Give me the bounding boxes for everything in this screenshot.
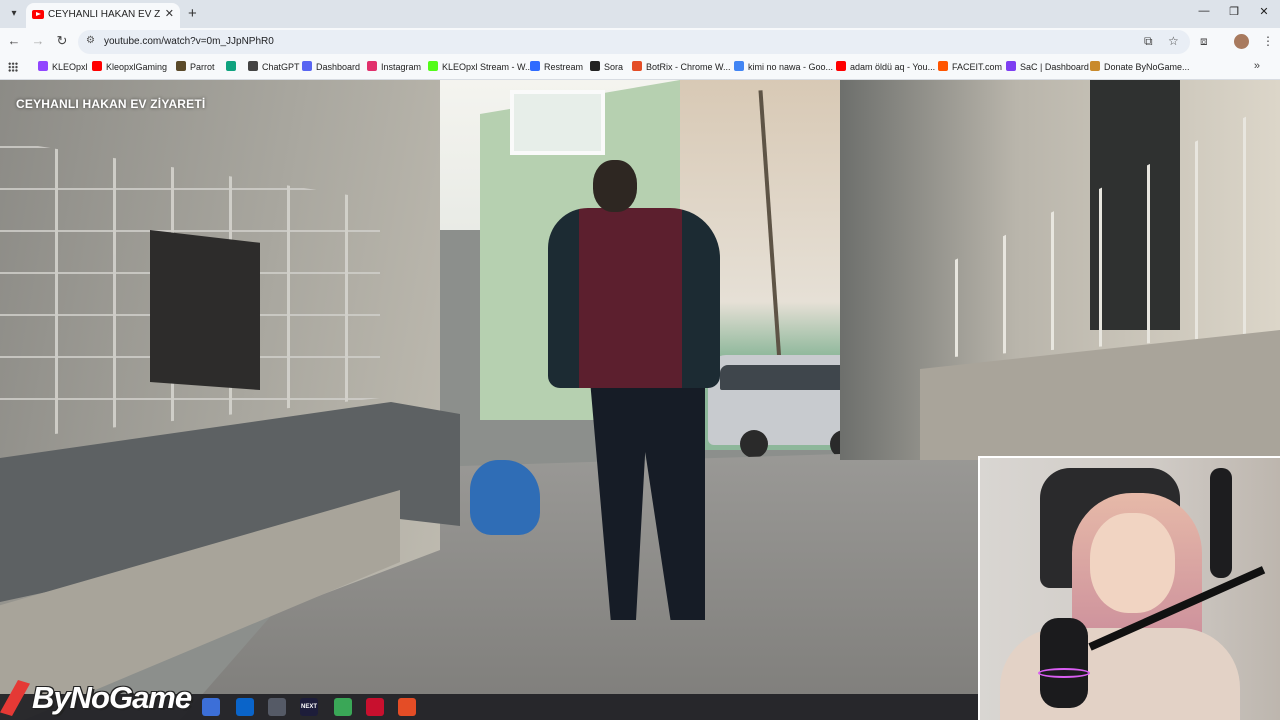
taskbar-app-icon[interactable] [366, 698, 384, 716]
bookmark-item[interactable]: Restream [530, 61, 583, 75]
bookmarks-bar: KLEOpxl KleopxlGaming Parrot ChatGPT Dashboa… [0, 56, 1280, 80]
bookmark-label: Donate ByNoGame... [1104, 62, 1190, 72]
tab-strip: ▾ CEYHANLI HAKAN EV ZİYARETİ ✕ + — ❐ ✕ [0, 0, 1280, 28]
toolbar: ← → ↻ ⚙ youtube.com/watch?v=0m_JJpNPhR0 … [0, 28, 1280, 56]
bookmark-label: Instagram [381, 62, 422, 72]
bookmark-item[interactable]: Sora [590, 61, 623, 75]
restore-button[interactable]: ❐ [1226, 5, 1242, 18]
bookmark-favicon-icon [38, 61, 48, 71]
webcam-streamer-face [1090, 513, 1175, 613]
bookmark-favicon-icon [530, 61, 540, 71]
minimize-button[interactable]: — [1196, 5, 1212, 17]
taskbar-app-icon[interactable] [202, 698, 220, 716]
bookmark-favicon-icon [1006, 61, 1016, 71]
webcam-guitar [1210, 468, 1232, 578]
reload-button[interactable]: ↻ [53, 33, 71, 49]
microphone-icon [1040, 618, 1088, 708]
bookmark-label: FACEIT.com [952, 62, 1003, 72]
apps-grid-icon[interactable] [8, 62, 18, 72]
bookmark-favicon-icon [176, 61, 186, 71]
webcam-streamer-torso [1000, 628, 1240, 720]
bookmark-favicon-icon [836, 61, 846, 71]
bookmark-label: adam öldü aq - You... [850, 62, 936, 72]
bookmark-favicon-icon [734, 61, 744, 71]
video-scene-person-head [593, 160, 637, 212]
address-bar[interactable]: ⚙ youtube.com/watch?v=0m_JJpNPhR0 ⧉ ☆ [78, 30, 1190, 54]
bookmark-item[interactable]: Parrot [176, 61, 215, 75]
tab-close-icon[interactable]: ✕ [165, 7, 174, 20]
tab-active[interactable]: CEYHANLI HAKAN EV ZİYARETİ ✕ [26, 3, 180, 28]
bookmark-favicon-icon [92, 61, 102, 71]
url-text[interactable]: youtube.com/watch?v=0m_JJpNPhR0 [104, 36, 274, 47]
bookmark-item[interactable]: adam öldü aq - You... [836, 61, 935, 75]
bookmark-label: ChatGPT [262, 62, 300, 72]
taskbar-app-icon[interactable] [398, 698, 416, 716]
bookmark-label: Sora [604, 62, 624, 72]
menu-kebab-icon[interactable]: ⋮ [1262, 34, 1274, 48]
tab-search-icon[interactable]: ▾ [6, 6, 22, 22]
bookmark-label: KLEOpxl [52, 62, 88, 72]
webcam-mic-ring [1038, 668, 1090, 678]
bookmark-item[interactable]: SaC | Dashboard [1006, 61, 1089, 75]
bookmark-label: kimi no nawa - Goo... [748, 62, 834, 72]
bookmark-item[interactable]: BotRix - Chrome W... [632, 61, 731, 75]
bookmark-label: KLEOpxl Stream - W... [442, 62, 533, 72]
video-scene-dark-window [150, 230, 260, 390]
video-scene-window [510, 90, 605, 155]
bookmark-favicon-icon [428, 61, 438, 71]
youtube-icon [32, 10, 44, 19]
bookmark-label: Restream [544, 62, 584, 72]
video-scene-car-window [720, 365, 855, 390]
bookmark-label: BotRix - Chrome W... [646, 62, 731, 72]
video-scene-wheel [740, 430, 768, 458]
bookmark-item[interactable]: Donate ByNoGame... [1090, 61, 1190, 75]
bookmark-item[interactable]: Instagram [367, 61, 421, 75]
taskbar-app-icon[interactable]: NEXT [300, 698, 318, 716]
back-button[interactable]: ← [5, 33, 23, 48]
taskbar-app-icon[interactable] [268, 698, 286, 716]
bookmark-item[interactable]: KLEOpxl Stream - W... [428, 61, 533, 75]
extensions-icon[interactable]: ⧈ [1200, 34, 1208, 49]
more-bookmarks-icon[interactable]: » [1254, 60, 1260, 72]
bookmark-item[interactable]: Dashboard [302, 61, 360, 75]
bookmark-item[interactable]: KleopxlGaming [92, 61, 167, 75]
bookmark-item[interactable]: KLEOpxl [38, 61, 88, 75]
bookmark-label: SaC | Dashboard [1020, 62, 1089, 72]
taskbar-app-icon[interactable] [334, 698, 352, 716]
bookmark-favicon-icon [226, 61, 236, 71]
taskbar-app-icon[interactable] [236, 698, 254, 716]
bookmark-item[interactable]: kimi no nawa - Goo... [734, 61, 833, 75]
bookmark-favicon-icon [632, 61, 642, 71]
profile-avatar[interactable] [1234, 34, 1249, 49]
bookmark-favicon-icon [367, 61, 377, 71]
bookmark-favicon-icon [248, 61, 258, 71]
bookmark-label: Dashboard [316, 62, 361, 72]
bookmark-label: Parrot [190, 62, 215, 72]
bookmark-favicon-icon [590, 61, 600, 71]
video-player[interactable]: CEYHANLI HAKAN EV ZİYARETİ [0, 80, 1280, 720]
browser-chrome: ▾ CEYHANLI HAKAN EV ZİYARETİ ✕ + — ❐ ✕ ←… [0, 0, 1280, 80]
bookmark-item[interactable]: ChatGPT [248, 61, 300, 75]
video-title[interactable]: CEYHANLI HAKAN EV ZİYARETİ [16, 97, 205, 111]
bookmark-item[interactable]: FACEIT.com [938, 61, 1002, 75]
bookmark-label: KleopxlGaming [106, 62, 168, 72]
webcam-overlay [978, 456, 1280, 720]
site-info-icon[interactable]: ⚙ [86, 35, 95, 46]
bynogame-logo: ByNoGame [32, 680, 192, 715]
bookmark-item[interactable] [226, 61, 240, 75]
video-scene-trash-bags [470, 460, 540, 535]
cast-icon[interactable]: ⧉ [1144, 34, 1153, 49]
new-tab-button[interactable]: + [188, 5, 197, 22]
video-scene-person-body [548, 208, 720, 388]
bookmark-star-icon[interactable]: ☆ [1168, 34, 1179, 48]
bookmark-favicon-icon [938, 61, 948, 71]
tab-title: CEYHANLI HAKAN EV ZİYARETİ [48, 9, 160, 20]
close-window-button[interactable]: ✕ [1256, 5, 1272, 18]
forward-button[interactable]: → [29, 33, 47, 48]
bookmark-favicon-icon [1090, 61, 1100, 71]
bookmark-favicon-icon [302, 61, 312, 71]
